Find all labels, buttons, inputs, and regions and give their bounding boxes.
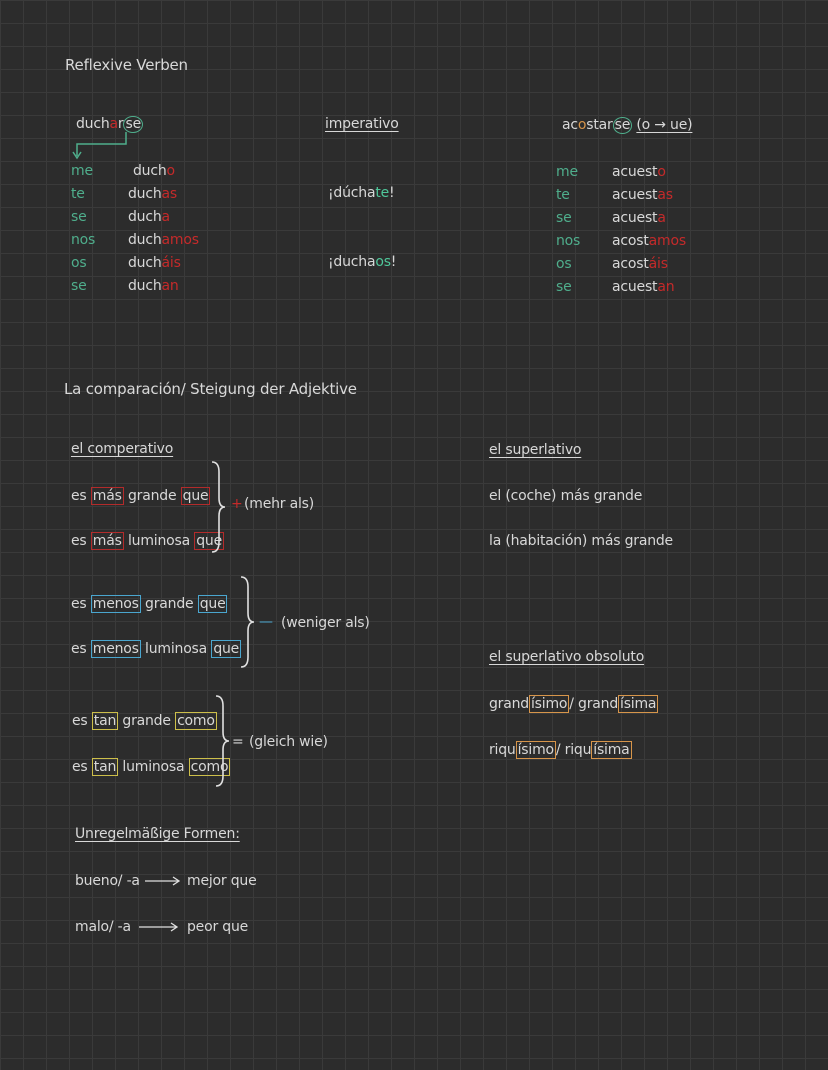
mas-line-1: es más grande que [71,487,211,505]
acostarse-form: acuestan [612,279,675,295]
ducharse-form: duchan [128,278,179,294]
brace-mas [211,461,226,553]
se-circle: se [123,116,143,133]
superlativo-heading: el superlativo [489,442,582,458]
pron-te: te [556,187,570,203]
tan-line-1: es tan grande como [72,712,217,730]
acostarse-form: acostamos [612,233,686,249]
ducharse-form: duchas [128,186,178,202]
pron-se: se [71,209,87,225]
irregular-left-2: malo/ -a [75,919,131,935]
ducharse-form: ducho [133,163,175,179]
menos-meaning: (weniger als) [281,615,370,631]
brace-menos [240,576,255,668]
superlativo-example-2: la (habitación) más grande [489,533,673,549]
tan-line-2: es tan luminosa como [72,758,231,776]
acostarse-form: acuesta [612,210,666,226]
reflexive-arrow [72,132,127,160]
ducharse-form: ducha [128,209,170,225]
pron-os: os [71,255,87,271]
pron-te: te [71,186,85,202]
menos-line-2: es menos luminosa que [71,640,242,658]
pron-os: os [556,256,572,272]
acostarse-form: acuestas [612,187,673,203]
absoluto-heading: el superlativo obsoluto [489,649,645,665]
ducharse-form: ducháis [128,255,181,271]
imperativo-heading: imperativo [325,116,399,132]
absoluto-line-2: riqu ísimo / riqu ísima [489,741,632,759]
absoluto-line-1: grand ísimo / grand ísima [489,695,659,713]
pron-se: se [556,279,572,295]
minus-symbol: — [259,614,273,630]
menos-line-1: es menos grande que [71,595,228,613]
brace-tan [215,695,230,787]
acostarse-form: acostáis [612,256,668,272]
pron-se: se [71,278,87,294]
pron-nos: nos [556,233,581,249]
acostarse-form: acuesto [612,164,666,180]
mas-line-2: es más luminosa que [71,532,225,550]
ducharse-heading: duchar se [76,116,143,133]
pron-me: me [556,164,578,180]
imperativo-vos: ¡duchaos! [328,254,397,270]
equals-symbol: = [232,734,244,750]
plus-symbol: + [231,496,243,512]
irregular-heading: Unregelmäßige Formen: [75,826,240,842]
mas-meaning: (mehr als) [244,496,315,512]
section-title-reflexive: Reflexive Verben [65,56,188,74]
superlativo-example-1: el (coche) más grande [489,488,643,504]
tan-meaning: (gleich wie) [249,734,328,750]
imperativo-tu: ¡dúchate! [328,185,395,201]
ducharse-form: duchamos [128,232,199,248]
arrow-right-icon [145,876,181,886]
pron-me: me [71,163,93,179]
comparativo-heading: el comperativo [71,441,174,457]
irregular-right-2: peor que [187,919,249,935]
pron-nos: nos [71,232,96,248]
section-title-comparacion: La comparación/ Steigung der Adjektive [64,380,357,398]
irregular-left-1: bueno/ -a [75,873,140,889]
acostarse-heading: acostar se (o → ue) [562,117,693,134]
pron-se: se [556,210,572,226]
irregular-right-1: mejor que [187,873,257,889]
arrow-right-icon [139,922,179,932]
